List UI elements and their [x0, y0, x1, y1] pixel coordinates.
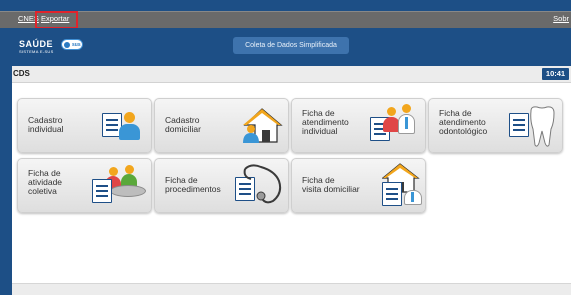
panel-header: CDS 10:41 [12, 66, 571, 83]
tile-label: Ficha de atendimento individual [302, 108, 349, 136]
tile-label: Ficha de atendimento odontológico [439, 108, 488, 136]
tile-cadastro-domiciliar[interactable]: Cadastro domiciliar [154, 98, 289, 153]
tile-label: Ficha de procedimentos [165, 175, 221, 194]
tooth-form-icon [509, 105, 557, 149]
top-menu-bar: CNES Exportar Sobr [0, 11, 571, 28]
clock-badge: 10:41 [542, 68, 569, 80]
person-form-icon [102, 109, 142, 145]
logo-subtitle: SISTEMA E-SUS [19, 49, 54, 54]
app-title-banner: Coleta de Dados Simplificada [233, 37, 349, 54]
tile-label: Ficha de atividade coletiva [28, 168, 63, 196]
house-visit-form-icon [381, 162, 424, 208]
tile-label: Cadastro domiciliar [165, 115, 201, 134]
tile-ficha-atividade-coletiva[interactable]: Ficha de atividade coletiva [17, 158, 152, 213]
tile-ficha-procedimentos[interactable]: Ficha de procedimentos [154, 158, 289, 213]
panel-footer [12, 283, 571, 295]
tile-label: Ficha de visita domiciliar [302, 175, 360, 194]
panel-title: CDS [13, 69, 30, 78]
logo-text: SAÚDE [19, 39, 54, 49]
professional-form-icon [370, 104, 420, 146]
esus-logo: SAÚDE SISTEMA E-SUS sus [19, 39, 91, 57]
app-header: SAÚDE SISTEMA E-SUS sus Coleta de Dados … [0, 28, 571, 66]
tile-ficha-visita-domiciliar[interactable]: Ficha de visita domiciliar [291, 158, 426, 213]
tile-ficha-atendimento-individual[interactable]: Ficha de atendimento individual [291, 98, 426, 153]
stethoscope-form-icon [235, 163, 285, 209]
tile-label: Cadastro individual [28, 115, 64, 134]
sus-badge-icon: sus [61, 39, 83, 50]
sus-badge-text: sus [72, 42, 81, 48]
exportar-highlight-box [35, 11, 78, 29]
menu-sobre-link[interactable]: Sobr [553, 14, 569, 23]
group-form-icon [92, 163, 148, 209]
house-person-icon [241, 107, 283, 145]
tile-ficha-atendimento-odontologico[interactable]: Ficha de atendimento odontológico [428, 98, 563, 153]
main-panel: CDS 10:41 Cadastro individual Cadastro d… [12, 66, 571, 295]
tile-cadastro-individual[interactable]: Cadastro individual [17, 98, 152, 153]
app-window: CNES Exportar Sobr SAÚDE SISTEMA E-SUS s… [0, 0, 571, 295]
